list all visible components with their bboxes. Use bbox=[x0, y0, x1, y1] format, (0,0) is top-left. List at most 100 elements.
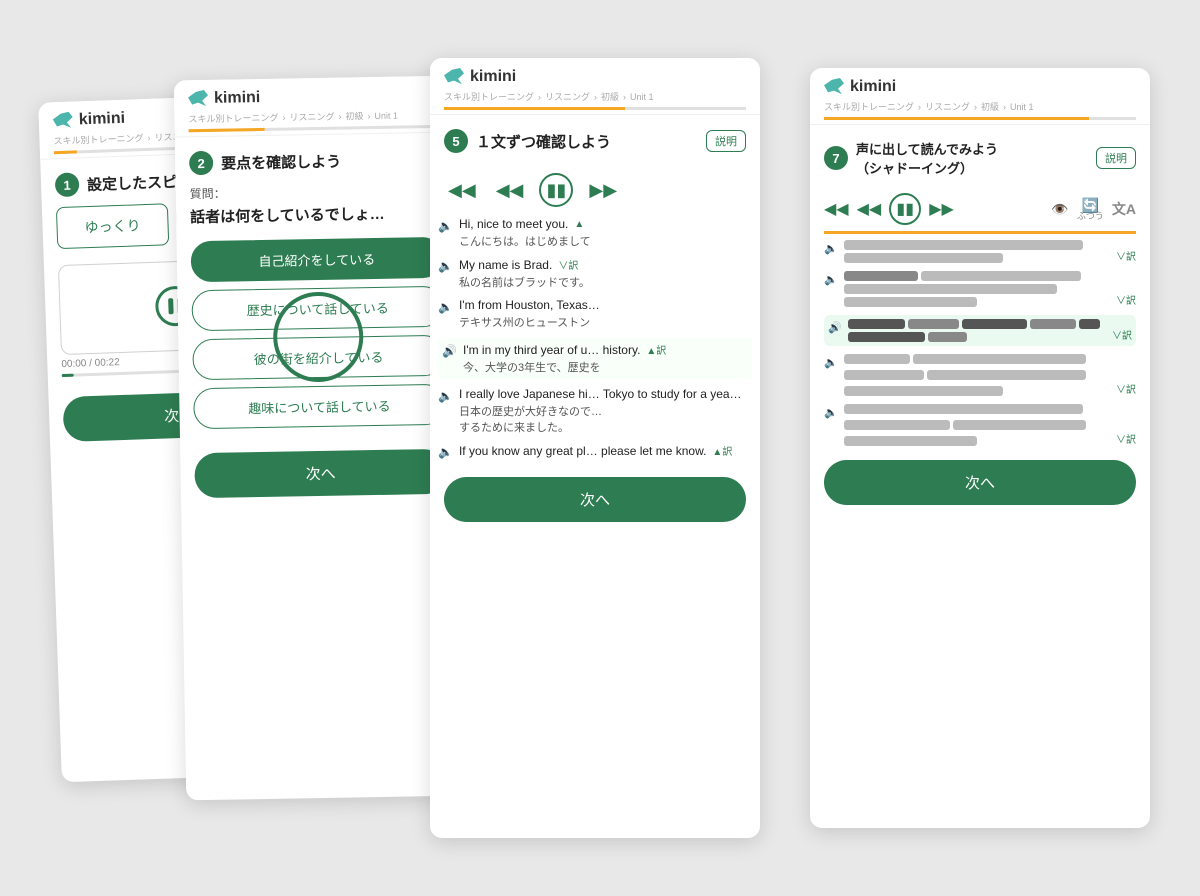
next-btn-2[interactable]: 次へ bbox=[194, 449, 447, 498]
card-3-header: kimini スキル別トレーニング › リスニング › 初級 › Unit 1 bbox=[430, 58, 760, 115]
next-btn-4[interactable]: 次へ bbox=[824, 460, 1136, 505]
dialogue-en-3: I'm in my third year of u… history. ▲訳 bbox=[463, 342, 748, 357]
bird-icon-4 bbox=[824, 78, 844, 96]
answer-opt-1[interactable]: 歴史について話している bbox=[191, 286, 444, 331]
step-title-4-1: 声に出して読んでみよう bbox=[856, 139, 1088, 158]
logo-3: kimini bbox=[444, 68, 746, 86]
next-btn-3[interactable]: 次へ bbox=[444, 477, 746, 522]
shadow-active-bars bbox=[848, 319, 1106, 342]
dialogue-en-5: If you know any great pl… please let me … bbox=[459, 443, 752, 458]
shadow-bars-0 bbox=[844, 240, 1110, 263]
trans-toggle-3[interactable]: ▲訳 bbox=[646, 342, 666, 357]
breadcrumb-3: スキル別トレーニング › リスニング › 初級 › Unit 1 bbox=[444, 90, 746, 103]
dialogue-jp-4: 日本の歴史が大好きなので…するために来ました。 bbox=[459, 403, 752, 435]
speaker-icon-4: 🔈 bbox=[438, 389, 453, 403]
dialogue-item-0: 🔈 Hi, nice to meet you. ▲ こんにちは。はじめまして bbox=[438, 217, 752, 249]
trans-toggle-5[interactable]: ▲訳 bbox=[712, 443, 732, 458]
progress-container-4 bbox=[824, 117, 1136, 120]
dialogue-item-4: 🔈 I really love Japanese hi… Tokyo to st… bbox=[438, 387, 752, 435]
player-controls-3: ◀◀ ◀◀ ▮▮ ▶▶ bbox=[430, 163, 760, 217]
shadow-skip-start[interactable]: ◀◀ bbox=[824, 199, 849, 219]
step-badge-4: 7 bbox=[824, 146, 848, 170]
speaker-icon-5: 🔈 bbox=[438, 445, 453, 459]
step-header-3: 5 １文ずつ確認しよう 説明 bbox=[430, 115, 760, 163]
step-badge-1: 1 bbox=[55, 172, 80, 197]
card-2-header: kimini スキル別トレーニング › リスニング › 初級 › Unit 1 bbox=[174, 76, 455, 138]
shadow-pause-btn[interactable]: ▮▮ bbox=[889, 193, 921, 225]
dialogue-group-4: I really love Japanese hi… Tokyo to stud… bbox=[459, 387, 752, 435]
brand-name-1: kimini bbox=[79, 110, 126, 130]
bird-icon-3 bbox=[444, 68, 464, 86]
shadow-forward[interactable]: ▶▶ bbox=[929, 199, 954, 219]
speed-label-4[interactable]: 🔄 ふつう bbox=[1077, 198, 1104, 221]
shadow-bars-4 bbox=[844, 404, 1110, 446]
dialogue-item-2: 🔈 I'm from Houston, Texas… テキサス州のヒューストン bbox=[438, 298, 752, 330]
step-title-4-2: （シャドーイング） bbox=[856, 158, 1088, 177]
dialogue-group-2: I'm from Houston, Texas… テキサス州のヒューストン bbox=[459, 298, 752, 330]
shadow-row-0: 🔈 ∨訳 bbox=[824, 240, 1136, 263]
dialogue-en-2: I'm from Houston, Texas… bbox=[459, 298, 752, 312]
step-header-4: 7 声に出して読んでみよう （シャドーイング） 説明 bbox=[810, 125, 1150, 187]
forward-btn[interactable]: ▶▶ bbox=[585, 176, 621, 205]
explain-btn-4[interactable]: 説明 bbox=[1096, 147, 1136, 169]
shadow-row-2-active: 🔊 ∨訳 bbox=[824, 315, 1136, 346]
card-4-header: kimini スキル別トレーニング › リスニング › 初級 › Unit 1 bbox=[810, 68, 1150, 125]
shadow-trans-2[interactable]: ∨訳 bbox=[1112, 327, 1132, 342]
shadow-trans-4[interactable]: ∨訳 bbox=[1116, 431, 1136, 446]
dialogue-en-4: I really love Japanese hi… Tokyo to stud… bbox=[459, 387, 752, 401]
dialogue-list: 🔈 Hi, nice to meet you. ▲ こんにちは。はじめまして 🔈… bbox=[430, 217, 760, 467]
breadcrumb-4: スキル別トレーニング › リスニング › 初級 › Unit 1 bbox=[824, 100, 1136, 113]
answer-opt-0[interactable]: 自己紹介をしている bbox=[191, 237, 444, 282]
progress-container-3 bbox=[444, 107, 746, 110]
speed-slow-btn[interactable]: ゆっくり bbox=[56, 203, 169, 249]
shadow-bars-3 bbox=[844, 354, 1110, 396]
bird-icon-2 bbox=[188, 90, 208, 108]
step-badge-3: 5 bbox=[444, 129, 468, 153]
dialogue-jp-3: 今、大学の3年生で、歴史を bbox=[463, 359, 748, 375]
step-title-2: 要点を確認しよう bbox=[221, 148, 441, 173]
progress-bar-1 bbox=[54, 150, 77, 154]
shadow-rewind[interactable]: ◀◀ bbox=[857, 199, 882, 219]
shadow-trans-3[interactable]: ∨訳 bbox=[1116, 381, 1136, 396]
shadow-speaker-3: 🔈 bbox=[824, 356, 838, 369]
bird-icon-1 bbox=[53, 112, 74, 131]
explain-btn-3[interactable]: 説明 bbox=[706, 130, 746, 152]
shadow-trans-1[interactable]: ∨訳 bbox=[1116, 292, 1136, 307]
shadow-speaker-0: 🔈 bbox=[824, 242, 838, 255]
speaker-icon-2: 🔈 bbox=[438, 300, 453, 314]
skip-start-btn[interactable]: ◀◀ bbox=[444, 176, 480, 205]
logo-2: kimini bbox=[188, 86, 440, 108]
trans-toggle-1[interactable]: ∨訳 bbox=[558, 257, 578, 272]
card-quiz: kimini スキル別トレーニング › リスニング › 初級 › Unit 1 … bbox=[174, 76, 467, 801]
shadow-row-3: 🔈 ∨訳 bbox=[824, 354, 1136, 396]
dialogue-item-5: 🔈 If you know any great pl… please let m… bbox=[438, 443, 752, 459]
step-header-2: 2 要点を確認しよう bbox=[175, 133, 456, 186]
dialogue-jp-0: こんにちは。はじめまして bbox=[459, 233, 752, 249]
shadow-trans-0[interactable]: ∨訳 bbox=[1116, 248, 1136, 263]
text-size-icon[interactable]: 文A bbox=[1112, 199, 1136, 219]
pause-btn-3[interactable]: ▮▮ bbox=[539, 173, 573, 207]
blurred-content: 🔈 ∨訳 🔈 ∨訳 bbox=[810, 234, 1150, 446]
answer-opt-3[interactable]: 趣味について話している bbox=[193, 384, 446, 429]
card-listening: kimini スキル別トレーニング › リスニング › 初級 › Unit 1 … bbox=[430, 58, 760, 838]
shadow-row-1: 🔈 ∨訳 bbox=[824, 271, 1136, 307]
brand-name-2: kimini bbox=[214, 89, 261, 108]
eye-icon[interactable]: 👁️ bbox=[1051, 201, 1068, 218]
shadow-speaker-2: 🔊 bbox=[828, 321, 842, 334]
dialogue-group-0: Hi, nice to meet you. ▲ こんにちは。はじめまして bbox=[459, 217, 752, 249]
question-text: 話者は何をしているでしょ… bbox=[176, 202, 457, 242]
step-title-3: １文ずつ確認しよう bbox=[476, 131, 698, 152]
rewind-btn[interactable]: ◀◀ bbox=[492, 176, 528, 205]
step-badge-2: 2 bbox=[189, 151, 213, 175]
progress-container-2 bbox=[189, 125, 441, 132]
breadcrumb-2: スキル別トレーニング › リスニング › 初級 › Unit 1 bbox=[188, 108, 440, 125]
dialogue-jp-1: 私の名前はブラッドです。 bbox=[459, 274, 752, 290]
shadow-row-4: 🔈 ∨訳 bbox=[824, 404, 1136, 446]
shadow-speaker-1: 🔈 bbox=[824, 273, 838, 286]
answer-opt-2[interactable]: 彼の街を紹介している bbox=[192, 335, 445, 380]
trans-toggle-0[interactable]: ▲ bbox=[574, 219, 584, 230]
dialogue-en-1: My name is Brad. ∨訳 bbox=[459, 257, 752, 272]
answer-options: 自己紹介をしている 歴史について話している 彼の街を紹介している 趣味について話… bbox=[177, 237, 460, 430]
speaker-icon-3: 🔊 bbox=[442, 344, 457, 358]
progress-bar-3 bbox=[444, 107, 625, 110]
